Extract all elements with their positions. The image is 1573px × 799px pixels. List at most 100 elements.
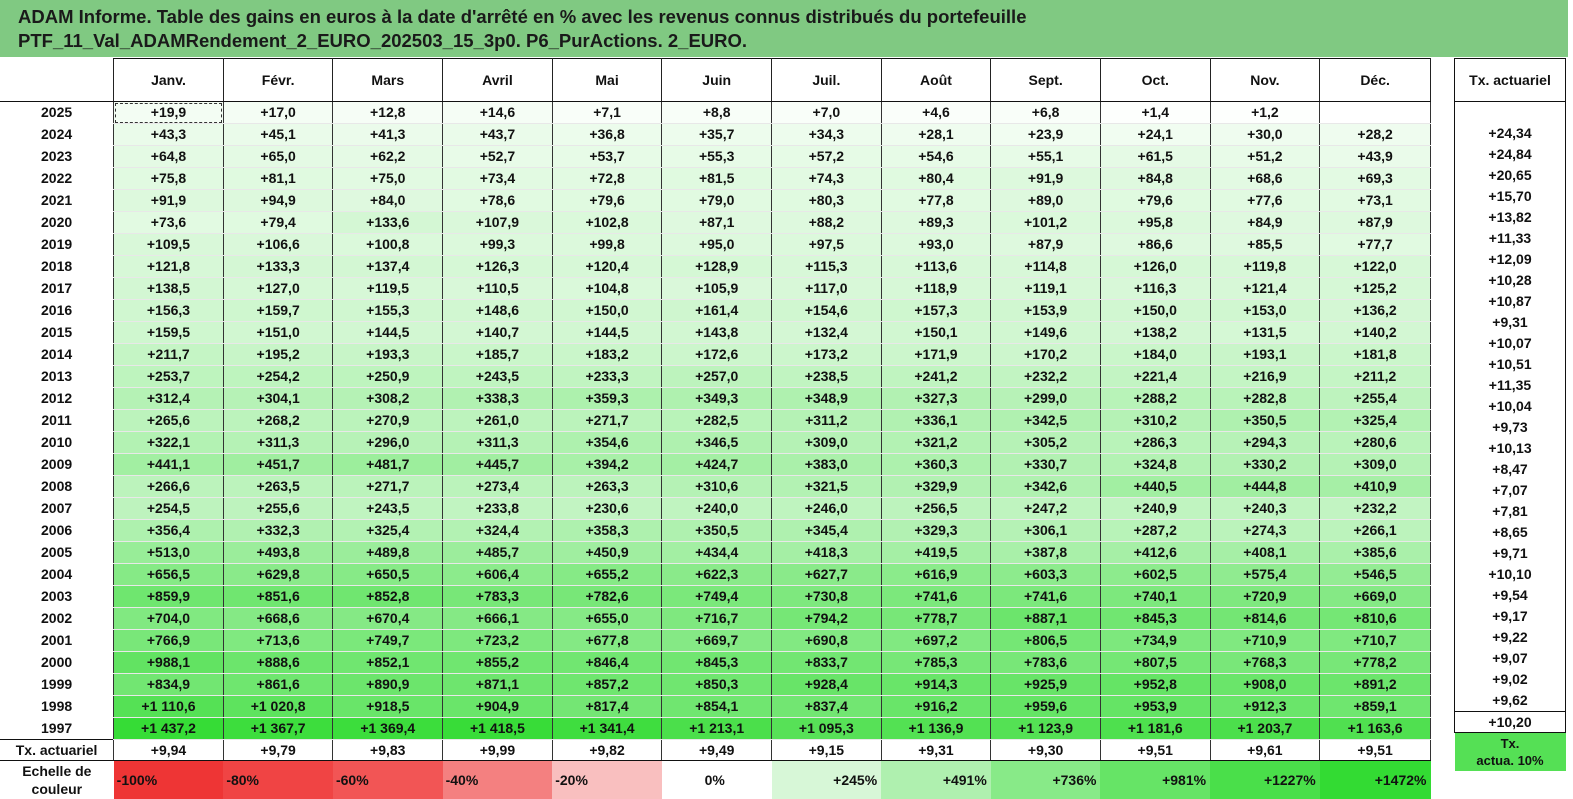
gain-cell: +52,7 — [443, 146, 553, 168]
gain-cell: +36,8 — [552, 124, 662, 146]
gain-cell: +72,8 — [552, 168, 662, 190]
gain-cell: +806,5 — [991, 630, 1101, 652]
gain-cell: +325,4 — [1320, 410, 1431, 432]
color-scale-swatch: +491% — [881, 761, 991, 799]
gain-cell: +891,2 — [1320, 674, 1431, 696]
gain-cell: +1 095,3 — [772, 718, 882, 740]
gain-cell: +265,6 — [114, 410, 224, 432]
gain-cell: +814,6 — [1210, 608, 1320, 630]
gain-cell: +193,1 — [1210, 344, 1320, 366]
gain-cell: +75,8 — [114, 168, 224, 190]
gain-cell: +121,8 — [114, 256, 224, 278]
year-label: 2008 — [0, 476, 114, 498]
row-actuarial-rate: +9,02 — [1455, 669, 1566, 690]
gain-cell: +394,2 — [552, 454, 662, 476]
table-row: 1998+1 110,6+1 020,8+918,5+904,9+817,4+8… — [0, 696, 1431, 718]
gain-cell: +91,9 — [114, 190, 224, 212]
year-label: 2010 — [0, 432, 114, 454]
gain-cell: +861,6 — [223, 674, 333, 696]
table-row: 2001+766,9+713,6+749,7+723,2+677,8+669,7… — [0, 630, 1431, 652]
gain-cell: +79,0 — [662, 190, 772, 212]
gain-cell: +274,3 — [1210, 520, 1320, 542]
gain-cell: +79,4 — [223, 212, 333, 234]
gain-cell: +183,2 — [552, 344, 662, 366]
gain-cell: +131,5 — [1210, 322, 1320, 344]
row-actuarial-rate: +8,65 — [1455, 522, 1566, 543]
gain-cell: +6,8 — [991, 102, 1101, 124]
gain-cell: +115,3 — [772, 256, 882, 278]
gain-cell: +87,9 — [991, 234, 1101, 256]
gain-cell: +273,4 — [443, 476, 553, 498]
table-row: 2014+211,7+195,2+193,3+185,7+183,2+172,6… — [0, 344, 1431, 366]
gain-cell: +837,4 — [772, 696, 882, 718]
gain-cell: +150,0 — [1100, 300, 1210, 322]
gain-cell: +309,0 — [1320, 454, 1431, 476]
month-header-8: Août — [881, 59, 991, 102]
gain-cell: +282,8 — [1210, 388, 1320, 410]
gain-cell: +73,6 — [114, 212, 224, 234]
gain-cell: +912,3 — [1210, 696, 1320, 718]
gain-cell: +65,0 — [223, 146, 333, 168]
gain-cell: +126,3 — [443, 256, 553, 278]
table-row: 2005+513,0+493,8+489,8+485,7+450,9+434,4… — [0, 542, 1431, 564]
gain-cell: +794,2 — [772, 608, 882, 630]
gain-cell: +308,2 — [333, 388, 443, 410]
gain-cell: +1 437,2 — [114, 718, 224, 740]
row-actuarial-rate: +12,09 — [1455, 249, 1566, 270]
gain-cell: +1,2 — [1210, 102, 1320, 124]
gain-cell: +151,0 — [223, 322, 333, 344]
gain-cell: +602,5 — [1100, 564, 1210, 586]
gain-cell: +73,1 — [1320, 190, 1431, 212]
gain-cell: +159,7 — [223, 300, 333, 322]
gain-cell: +211,2 — [1320, 366, 1431, 388]
gain-cell: +383,0 — [772, 454, 882, 476]
gain-cell: +1 136,9 — [881, 718, 991, 740]
gain-cell: +253,7 — [114, 366, 224, 388]
gain-cell: +783,3 — [443, 586, 553, 608]
gain-cell: +887,1 — [991, 608, 1101, 630]
month-actuarial-rate: +9,51 — [1320, 740, 1431, 761]
gain-cell: +451,7 — [223, 454, 333, 476]
table-row: 2011+265,6+268,2+270,9+261,0+271,7+282,5… — [0, 410, 1431, 432]
gain-cell: +271,7 — [333, 476, 443, 498]
gain-cell: +385,6 — [1320, 542, 1431, 564]
gain-cell: +1 110,6 — [114, 696, 224, 718]
gain-cell: +294,3 — [1210, 432, 1320, 454]
gain-cell: +171,9 — [881, 344, 991, 366]
table-row: 2024+43,3+45,1+41,3+43,7+36,8+35,7+34,3+… — [0, 124, 1431, 146]
gain-cell: +358,3 — [552, 520, 662, 542]
gain-cell: +55,3 — [662, 146, 772, 168]
color-scale-label: Echelle decouleur — [0, 761, 114, 799]
gain-cell: +690,8 — [772, 630, 882, 652]
row-actuarial-rate: +10,87 — [1455, 291, 1566, 312]
gain-cell: +170,2 — [991, 344, 1101, 366]
gain-cell: +513,0 — [114, 542, 224, 564]
gain-cell: +99,3 — [443, 234, 553, 256]
gain-cell: +125,2 — [1320, 278, 1431, 300]
overall-actuarial-rate: +10,20 — [1455, 712, 1566, 733]
month-header-11: Nov. — [1210, 59, 1320, 102]
row-actuarial-rate: +24,34 — [1455, 123, 1566, 144]
row-actuarial-rate: +10,13 — [1455, 438, 1566, 459]
month-actuarial-rate: +9,79 — [223, 740, 333, 761]
year-label: 1999 — [0, 674, 114, 696]
gain-cell: +155,3 — [333, 300, 443, 322]
gain-cell: +655,0 — [552, 608, 662, 630]
gain-cell: +851,6 — [223, 586, 333, 608]
gain-cell: +356,4 — [114, 520, 224, 542]
gain-cell: +309,0 — [772, 432, 882, 454]
year-label: 2022 — [0, 168, 114, 190]
gain-cell: +45,1 — [223, 124, 333, 146]
gain-cell: +100,8 — [333, 234, 443, 256]
gain-cell: +7,0 — [772, 102, 882, 124]
gain-cell: +255,4 — [1320, 388, 1431, 410]
table-row: 2000+988,1+888,6+852,1+855,2+846,4+845,3… — [0, 652, 1431, 674]
gain-cell: +918,5 — [333, 696, 443, 718]
gain-cell: +845,3 — [1100, 608, 1210, 630]
gain-cell: +852,1 — [333, 652, 443, 674]
gain-cell: +113,6 — [881, 256, 991, 278]
gain-cell: +268,2 — [223, 410, 333, 432]
scale-label-line-1: Echelle de — [0, 762, 114, 780]
year-label: 2024 — [0, 124, 114, 146]
gain-cell: +332,3 — [223, 520, 333, 542]
